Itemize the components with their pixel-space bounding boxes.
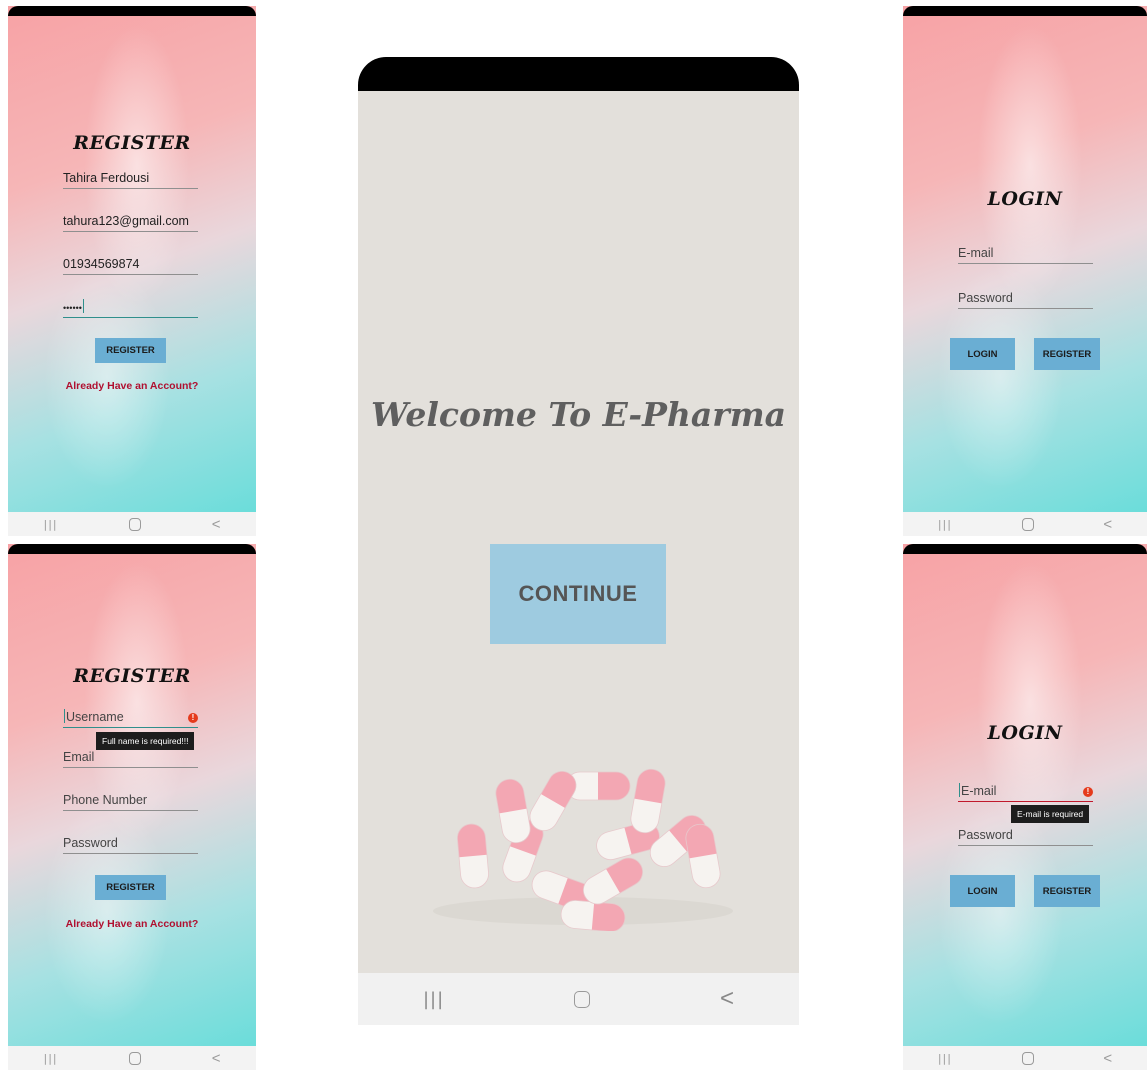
android-nav-bar: ||| < — [358, 973, 799, 1025]
fullname-input[interactable]: Tahira Ferdousi — [63, 168, 198, 189]
back-icon[interactable]: < — [212, 1050, 221, 1067]
back-icon[interactable]: < — [212, 516, 221, 533]
register-button[interactable]: REGISTER — [95, 875, 166, 900]
email-value: tahura123@gmail.com — [63, 214, 189, 228]
status-bar — [8, 544, 256, 554]
email-input[interactable]: E-mail — [958, 243, 1093, 264]
home-icon[interactable] — [128, 517, 141, 531]
home-icon[interactable] — [574, 990, 591, 1008]
username-placeholder-text: Username — [66, 710, 124, 724]
register-title: REGISTER — [73, 665, 191, 687]
password-placeholder: Password — [958, 291, 1013, 305]
email-placeholder: Email — [63, 750, 95, 764]
email-placeholder: E-mail — [958, 783, 996, 798]
recent-apps-icon[interactable]: ||| — [423, 989, 444, 1010]
status-bar — [8, 6, 256, 16]
welcome-screen: Welcome To E-Pharma CONTINUE ||| < — [358, 57, 799, 1025]
login-screen-empty: LOGIN E-mail Password LOGIN REGISTER |||… — [903, 6, 1147, 536]
email-placeholder: E-mail — [958, 246, 994, 260]
android-nav-bar: ||| < — [8, 512, 256, 536]
password-dots: •••••• — [63, 303, 82, 313]
email-input[interactable]: E-mail ! — [958, 781, 1093, 802]
background-gradient — [903, 6, 1147, 536]
welcome-title: Welcome To E-Pharma — [370, 395, 786, 434]
username-placeholder: Username — [63, 709, 124, 724]
error-icon: ! — [1083, 787, 1093, 797]
password-input[interactable]: •••••• — [63, 297, 198, 318]
continue-button[interactable]: CONTINUE — [490, 544, 666, 644]
login-title: LOGIN — [987, 188, 1063, 210]
password-input[interactable]: Password — [63, 833, 198, 854]
register-screen-error: REGISTER Username ! Full name is require… — [8, 544, 256, 1070]
phone-input[interactable]: Phone Number — [63, 790, 198, 811]
password-placeholder: Password — [63, 836, 118, 850]
android-nav-bar: ||| < — [8, 1046, 256, 1070]
back-icon[interactable]: < — [1103, 1050, 1112, 1067]
register-button[interactable]: REGISTER — [95, 338, 166, 363]
status-bar — [903, 544, 1147, 554]
register-title: REGISTER — [73, 132, 191, 154]
status-bar — [903, 6, 1147, 16]
login-title: LOGIN — [987, 722, 1063, 744]
text-caret — [959, 783, 960, 797]
recent-apps-icon[interactable]: ||| — [938, 518, 952, 531]
already-have-account-link[interactable]: Already Have an Account? — [8, 380, 256, 392]
recent-apps-icon[interactable]: ||| — [44, 518, 58, 531]
pills-image — [433, 765, 733, 931]
error-tooltip: E-mail is required — [1011, 805, 1090, 823]
email-input[interactable]: tahura123@gmail.com — [63, 211, 198, 232]
email-input[interactable]: Email — [63, 747, 198, 768]
home-icon[interactable] — [128, 1051, 141, 1065]
welcome-body: Welcome To E-Pharma CONTINUE — [358, 91, 799, 973]
recent-apps-icon[interactable]: ||| — [44, 1052, 58, 1065]
password-placeholder: Password — [958, 828, 1013, 842]
password-value: •••••• — [63, 299, 85, 314]
android-nav-bar: ||| < — [903, 1046, 1147, 1070]
already-have-account-link[interactable]: Already Have an Account? — [8, 918, 256, 930]
text-caret — [64, 709, 65, 723]
back-icon[interactable]: < — [720, 985, 734, 1013]
fullname-value: Tahira Ferdousi — [63, 171, 150, 185]
recent-apps-icon[interactable]: ||| — [938, 1052, 952, 1065]
phone-value: 01934569874 — [63, 257, 140, 271]
register-button[interactable]: REGISTER — [1034, 875, 1100, 907]
text-caret — [82, 299, 84, 313]
home-icon[interactable] — [1021, 1051, 1034, 1065]
login-button[interactable]: LOGIN — [950, 875, 1015, 907]
email-placeholder-text: E-mail — [961, 784, 997, 798]
phone-placeholder: Phone Number — [63, 793, 148, 807]
error-icon: ! — [188, 713, 198, 723]
password-input[interactable]: Password — [958, 825, 1093, 846]
login-button[interactable]: LOGIN — [950, 338, 1015, 370]
status-bar — [358, 57, 799, 91]
home-icon[interactable] — [1021, 517, 1034, 531]
password-input[interactable]: Password — [958, 288, 1093, 309]
login-screen-error: LOGIN E-mail ! E-mail is required Passwo… — [903, 544, 1147, 1070]
username-input[interactable]: Username ! — [63, 707, 198, 728]
register-button[interactable]: REGISTER — [1034, 338, 1100, 370]
back-icon[interactable]: < — [1103, 516, 1112, 533]
android-nav-bar: ||| < — [903, 512, 1147, 536]
phone-input[interactable]: 01934569874 — [63, 254, 198, 275]
register-screen-filled: REGISTER Tahira Ferdousi tahura123@gmail… — [8, 6, 256, 536]
